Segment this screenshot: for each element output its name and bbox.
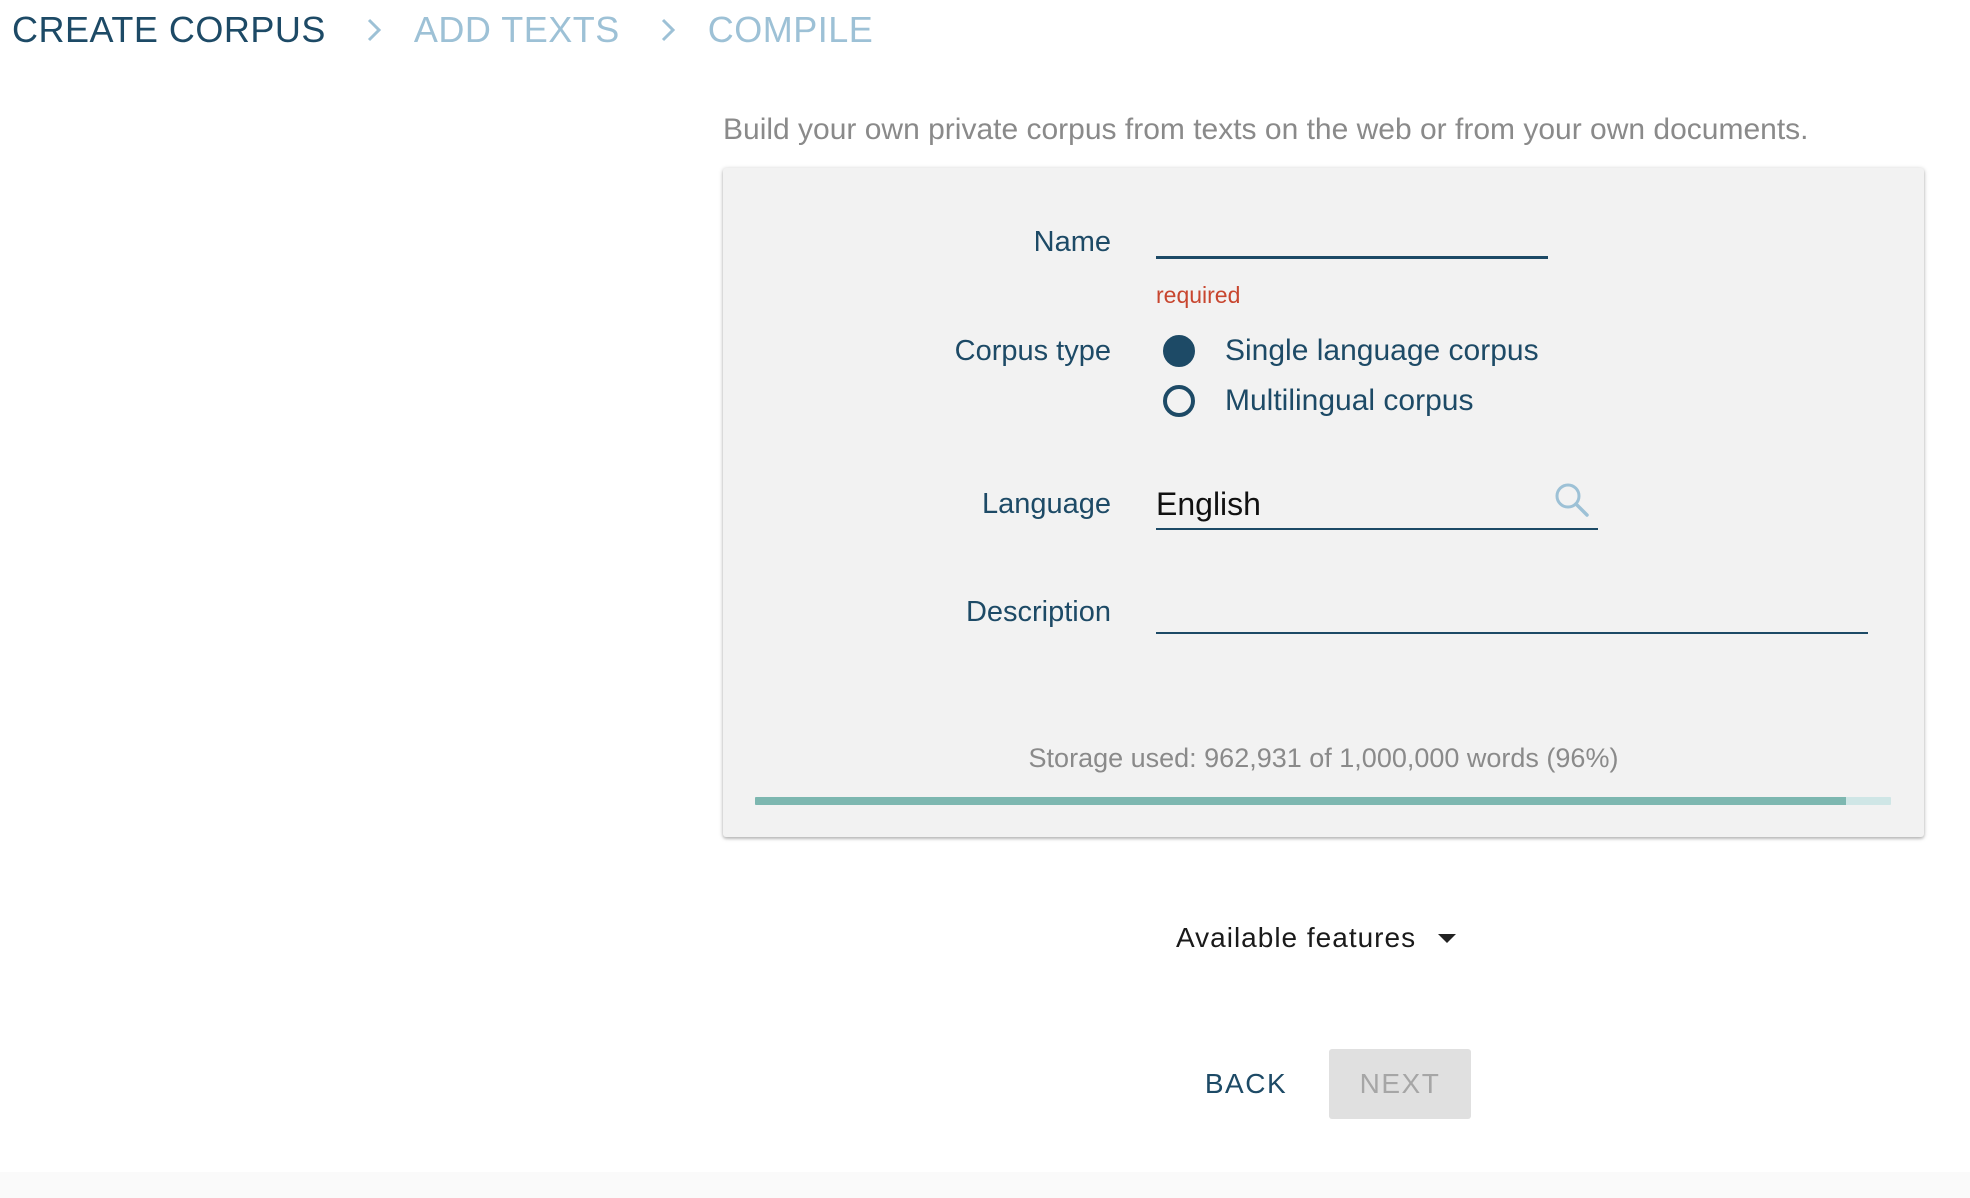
page-subtitle: Build your own private corpus from texts…	[723, 113, 1809, 146]
language-label: Language	[981, 488, 1111, 520]
available-features-label: Available features	[1176, 922, 1417, 953]
caret-down-icon	[1438, 933, 1457, 943]
breadcrumb: CREATE CORPUS ADD TEXTS COMPILE	[12, 8, 873, 52]
language-field[interactable]	[1156, 478, 1598, 530]
name-required-hint: required	[1156, 282, 1241, 308]
search-icon[interactable]	[1552, 480, 1592, 520]
step-create-corpus[interactable]: CREATE CORPUS	[12, 8, 326, 52]
name-label: Name	[1033, 226, 1111, 258]
description-label: Description	[965, 596, 1111, 628]
radio-multilingual[interactable]: Multilingual corpus	[1163, 381, 1473, 421]
corpus-type-label: Corpus type	[954, 335, 1111, 367]
radio-multilingual-label: Multilingual corpus	[1225, 384, 1474, 417]
page-footer-strip	[0, 1172, 1970, 1198]
back-button[interactable]: BACK	[1178, 1049, 1314, 1119]
description-input[interactable]	[1156, 588, 1868, 634]
name-input[interactable]	[1156, 212, 1548, 259]
storage-progress-bar	[755, 797, 1891, 805]
radio-single-language[interactable]: Single language corpus	[1163, 331, 1539, 371]
next-button[interactable]: NEXT	[1329, 1049, 1471, 1119]
radio-single-language-label: Single language corpus	[1225, 334, 1539, 367]
radio-checked-icon[interactable]	[1163, 335, 1195, 367]
corpus-form-card: Name required Corpus type Single languag…	[723, 168, 1924, 837]
language-input[interactable]	[1156, 484, 1536, 524]
chevron-right-icon	[354, 8, 394, 52]
radio-unchecked-icon[interactable]	[1163, 385, 1195, 417]
create-corpus-page: CREATE CORPUS ADD TEXTS COMPILE Build yo…	[0, 0, 1970, 1198]
available-features-toggle[interactable]: Available features	[1176, 918, 1457, 958]
step-compile[interactable]: COMPILE	[708, 8, 874, 52]
storage-used-text: Storage used: 962,931 of 1,000,000 words…	[1028, 743, 1619, 773]
chevron-right-icon	[648, 8, 688, 52]
step-add-texts[interactable]: ADD TEXTS	[414, 8, 620, 52]
storage-progress-fill	[755, 797, 1846, 805]
